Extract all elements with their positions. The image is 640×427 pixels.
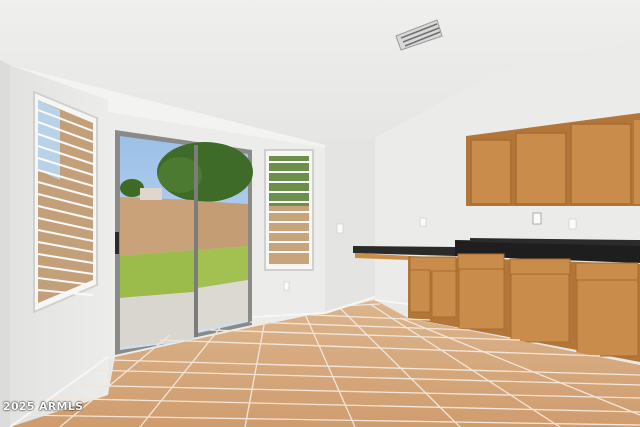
left-window (33, 90, 98, 314)
left-wall (0, 60, 10, 427)
kitchen-outlet-3 (568, 218, 577, 230)
room-photo (0, 0, 640, 427)
watermark: 2025 ARMLS (3, 400, 84, 413)
light-switch (336, 223, 344, 234)
back-window (264, 149, 314, 271)
side-wall (325, 138, 375, 312)
kitchen-outlet-2 (532, 212, 542, 225)
kitchen-outlet (419, 217, 427, 227)
lawn (120, 250, 194, 298)
backyard-fence (120, 197, 194, 256)
sliding-glass-door (115, 130, 253, 355)
wall-outlet (283, 281, 290, 291)
